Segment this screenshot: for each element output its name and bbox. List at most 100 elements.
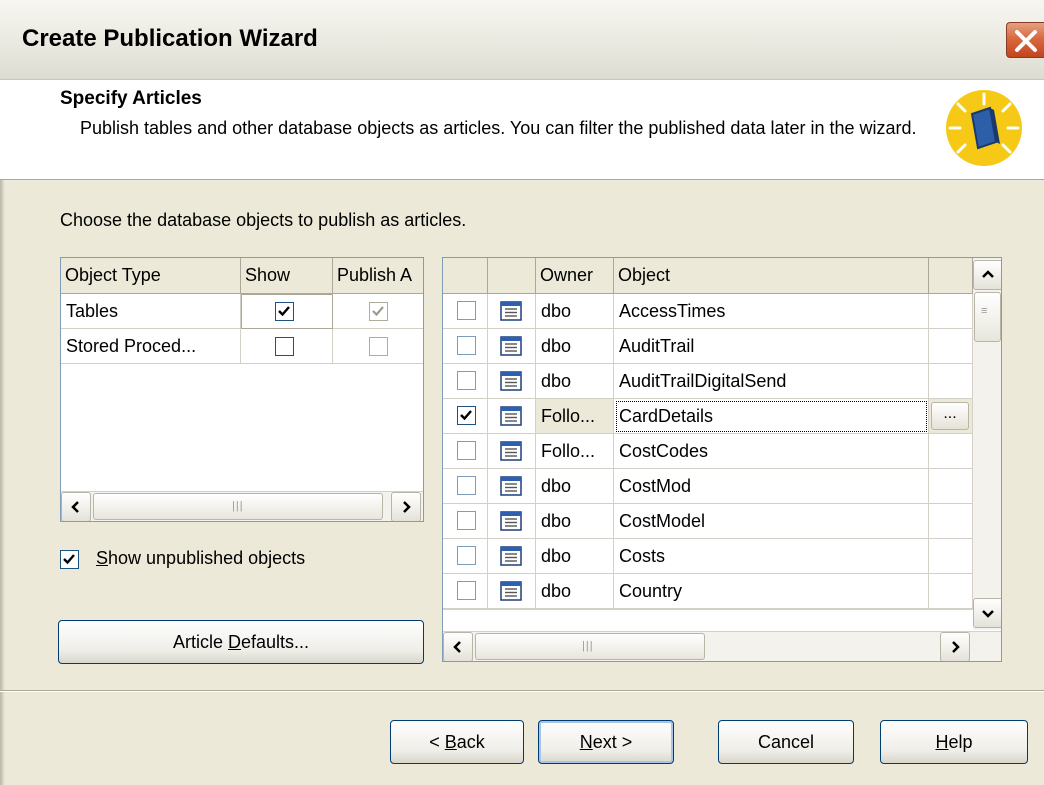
scroll-left-button[interactable] <box>61 492 91 521</box>
article-object[interactable]: CardDetails <box>614 399 929 434</box>
article-checkbox[interactable] <box>457 581 476 600</box>
article-object[interactable]: Country <box>614 574 929 609</box>
article-icon-cell[interactable] <box>488 539 536 574</box>
article-icon-cell[interactable] <box>488 574 536 609</box>
scroll-thumb[interactable]: ||| <box>93 493 383 520</box>
article-owner[interactable]: dbo <box>536 329 614 364</box>
article-extra-cell[interactable] <box>929 364 973 399</box>
article-object[interactable]: CostMod <box>614 469 929 504</box>
show-stored-procedures-checkbox[interactable] <box>275 337 294 356</box>
publish-cell-tables[interactable] <box>333 294 423 329</box>
article-checkbox-cell[interactable] <box>443 399 488 434</box>
scroll-down-button[interactable] <box>973 598 1001 628</box>
article-checkbox[interactable] <box>457 511 476 530</box>
article-defaults-button[interactable]: Article Defaults... <box>58 620 424 664</box>
cancel-button[interactable]: Cancel <box>718 720 854 764</box>
next-button[interactable]: Next > <box>538 720 674 764</box>
article-checkbox[interactable] <box>457 441 476 460</box>
article-checkbox-cell[interactable] <box>443 434 488 469</box>
column-header-object-type[interactable]: Object Type <box>61 258 241 294</box>
article-owner[interactable]: Follo... <box>536 434 614 469</box>
vertical-scrollbar[interactable]: ≡ <box>973 258 1001 630</box>
table-icon <box>500 546 522 566</box>
show-tables-checkbox[interactable] <box>275 302 294 321</box>
article-owner[interactable]: dbo <box>536 469 614 504</box>
article-checkbox[interactable] <box>457 406 476 425</box>
article-extra-cell[interactable] <box>929 434 973 469</box>
show-unpublished-checkbox[interactable] <box>60 550 79 569</box>
scroll-up-button[interactable] <box>973 260 1001 290</box>
article-owner[interactable]: Follo... <box>536 399 614 434</box>
article-extra-cell[interactable] <box>929 469 973 504</box>
article-object[interactable]: CostModel <box>614 504 929 539</box>
column-header-publish[interactable]: Publish A <box>333 258 423 294</box>
column-header-checkbox[interactable] <box>443 258 488 294</box>
show-cell-tables[interactable] <box>241 294 333 329</box>
article-icon-cell[interactable] <box>488 294 536 329</box>
articles-grid[interactable]: Owner Object dbo AccessTimes dbo AuditTrail… <box>442 257 1002 662</box>
article-owner[interactable]: dbo <box>536 294 614 329</box>
check-icon <box>460 410 472 421</box>
article-checkbox-cell[interactable] <box>443 364 488 399</box>
filter-ellipsis-button[interactable]: ... <box>931 402 969 430</box>
article-checkbox[interactable] <box>457 336 476 355</box>
object-type-row-tables[interactable]: Tables <box>61 294 241 329</box>
article-checkbox[interactable] <box>457 371 476 390</box>
article-object[interactable]: AuditTrail <box>614 329 929 364</box>
column-header-icon[interactable] <box>488 258 536 294</box>
article-icon-cell[interactable] <box>488 434 536 469</box>
article-icon-cell[interactable] <box>488 329 536 364</box>
article-extra-cell[interactable] <box>929 294 973 329</box>
help-button[interactable]: Help <box>880 720 1028 764</box>
accelerator-key: B <box>444 732 457 752</box>
close-button[interactable] <box>1006 22 1044 58</box>
article-extra-cell[interactable]: ... <box>929 399 973 434</box>
scroll-thumb[interactable]: ||| <box>475 633 705 660</box>
article-icon-cell[interactable] <box>488 469 536 504</box>
window-title: Create Publication Wizard <box>22 25 318 52</box>
article-checkbox-cell[interactable] <box>443 329 488 364</box>
back-button[interactable]: < Back <box>390 720 524 764</box>
article-checkbox-cell[interactable] <box>443 469 488 504</box>
article-object[interactable]: CostCodes <box>614 434 929 469</box>
column-header-object[interactable]: Object <box>614 258 929 294</box>
article-extra-cell[interactable] <box>929 574 973 609</box>
article-owner[interactable]: dbo <box>536 574 614 609</box>
article-checkbox-cell[interactable] <box>443 539 488 574</box>
article-extra-cell[interactable] <box>929 329 973 364</box>
article-icon-cell[interactable] <box>488 364 536 399</box>
article-checkbox-cell[interactable] <box>443 574 488 609</box>
article-object[interactable]: AccessTimes <box>614 294 929 329</box>
article-checkbox[interactable] <box>457 476 476 495</box>
object-type-row-stored-procedures[interactable]: Stored Proced... <box>61 329 241 364</box>
article-owner[interactable]: dbo <box>536 504 614 539</box>
article-object[interactable]: Costs <box>614 539 929 574</box>
article-checkbox-cell[interactable] <box>443 294 488 329</box>
article-checkbox-cell[interactable] <box>443 504 488 539</box>
horizontal-scrollbar[interactable]: ||| <box>443 631 1001 661</box>
table-icon <box>500 371 522 391</box>
chevron-left-icon <box>453 641 461 653</box>
column-header-show[interactable]: Show <box>241 258 333 294</box>
article-object[interactable]: AuditTrailDigitalSend <box>614 364 929 399</box>
publish-cell-stored-procedures[interactable] <box>333 329 423 364</box>
article-checkbox[interactable] <box>457 301 476 320</box>
article-owner[interactable]: dbo <box>536 364 614 399</box>
article-owner[interactable]: dbo <box>536 539 614 574</box>
article-icon-cell[interactable] <box>488 504 536 539</box>
scroll-left-button[interactable] <box>443 632 473 661</box>
article-icon-cell[interactable] <box>488 399 536 434</box>
publish-tables-checkbox[interactable] <box>369 302 388 321</box>
scroll-thumb[interactable]: ≡ <box>974 292 1001 342</box>
publish-stored-procedures-checkbox[interactable] <box>369 337 388 356</box>
article-checkbox[interactable] <box>457 546 476 565</box>
object-type-grid[interactable]: Object Type Show Publish A Tables Stored… <box>60 257 424 522</box>
horizontal-scrollbar[interactable]: ||| <box>61 491 423 521</box>
article-extra-cell[interactable] <box>929 539 973 574</box>
column-header-owner[interactable]: Owner <box>536 258 614 294</box>
scroll-right-button[interactable] <box>940 632 970 661</box>
column-header-extra[interactable] <box>929 258 973 294</box>
show-cell-stored-procedures[interactable] <box>241 329 333 364</box>
article-extra-cell[interactable] <box>929 504 973 539</box>
scroll-right-button[interactable] <box>391 492 421 521</box>
